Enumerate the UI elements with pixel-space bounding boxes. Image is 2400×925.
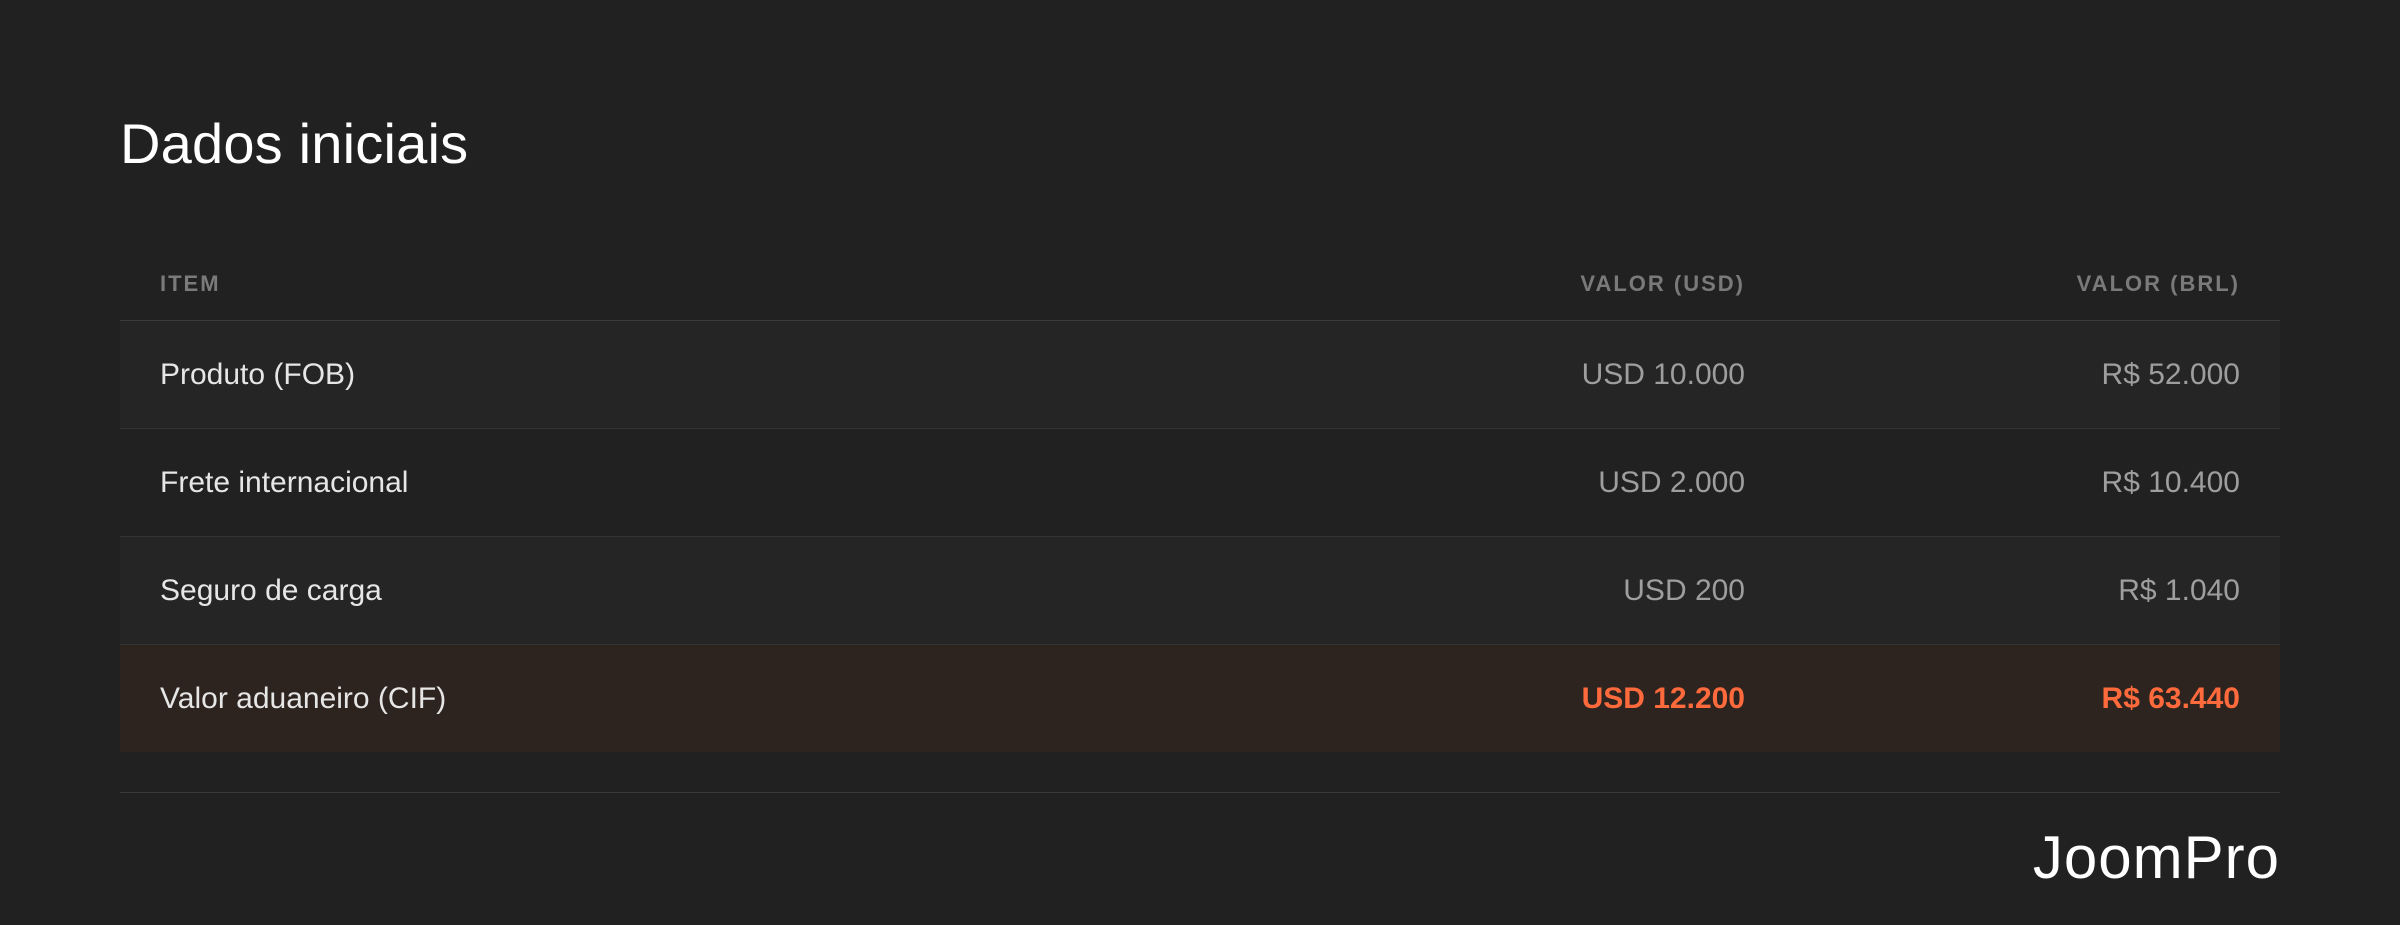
brl-cell: R$ 1.040 (2118, 573, 2240, 607)
column-header-item: ITEM (160, 271, 221, 296)
divider (120, 792, 2280, 793)
item-cell: Frete internacional (160, 465, 409, 499)
page-title: Dados iniciais (120, 112, 469, 175)
table-row: Frete internacional USD 2.000 R$ 10.400 (120, 429, 2280, 537)
brl-total-cell: R$ 63.440 (2101, 681, 2240, 715)
usd-cell: USD 10.000 (1581, 357, 1745, 391)
item-cell: Valor aduaneiro (CIF) (160, 681, 447, 715)
values-table: ITEM VALOR (USD) VALOR (BRL) Produto (FO… (120, 248, 2280, 752)
brl-cell: R$ 10.400 (2101, 465, 2240, 499)
usd-cell: USD 2.000 (1598, 465, 1745, 499)
item-cell: Produto (FOB) (160, 357, 356, 391)
column-header-usd: VALOR (USD) (1580, 271, 1745, 296)
page: Dados iniciais ITEM VALOR (USD) VALOR (B… (0, 0, 2400, 925)
item-cell: Seguro de carga (160, 573, 382, 607)
column-header-brl: VALOR (BRL) (2076, 271, 2240, 296)
usd-total-cell: USD 12.200 (1581, 681, 1745, 715)
table-header: ITEM VALOR (USD) VALOR (BRL) (120, 248, 2280, 321)
total-row: Valor aduaneiro (CIF) USD 12.200 R$ 63.4… (120, 645, 2280, 752)
usd-cell: USD 200 (1623, 573, 1745, 607)
table-row: Produto (FOB) USD 10.000 R$ 52.000 (120, 321, 2280, 429)
brand-logo: JoomPro (2032, 824, 2280, 891)
brl-cell: R$ 52.000 (2101, 357, 2240, 391)
table-row: Seguro de carga USD 200 R$ 1.040 (120, 537, 2280, 645)
